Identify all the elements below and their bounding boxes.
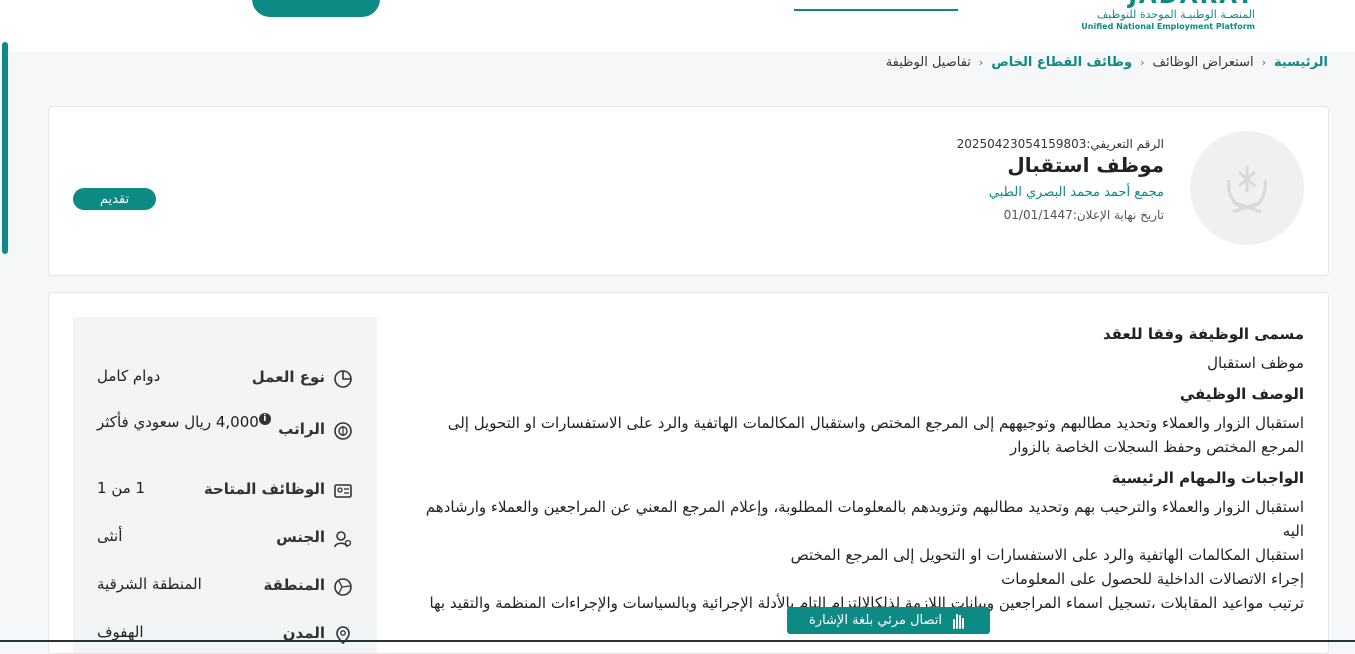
sign-language-label: اتصال مرئي بلغة الإشارة	[808, 613, 943, 628]
apply-button[interactable]: تقديم	[73, 188, 156, 210]
duty-item: استقبال الزوار والعملاء والترحيب بهم وتح…	[425, 498, 1304, 540]
attribute-label: الوظائف المتاحة	[203, 480, 325, 498]
ad-deadline: تاريخ نهاية الإعلان:01/01/1447	[1003, 208, 1164, 222]
sign-language-call-button[interactable]: اتصال مرئي بلغة الإشارة	[787, 607, 990, 634]
attribute-label: الجنس	[276, 528, 325, 546]
attribute-value: i4,000 ريال سعودي فأكثر	[97, 413, 275, 431]
page-bottom-border	[0, 640, 1355, 642]
attribute-work-type: نوع العمل دوام كامل	[73, 363, 377, 393]
pie-chart-icon	[334, 370, 352, 388]
attribute-gender: الجنس أنثى	[73, 523, 377, 553]
breadcrumb-current: تفاصيل الوظيفة	[885, 55, 971, 70]
breadcrumb-private-sector[interactable]: وظائف القطاع الخاص	[991, 55, 1132, 70]
attribute-value: أنثى	[97, 527, 123, 545]
job-summary: الرقم التعريفي:20250423054159803 موظف اس…	[957, 137, 1164, 222]
location-pin-icon	[336, 626, 350, 645]
job-attributes-panel: نوع العمل دوام كامل الراتب i4,000 ريال س…	[73, 317, 377, 653]
attribute-label: نوع العمل	[251, 368, 325, 386]
breadcrumb-jobs[interactable]: استعراض الوظائف	[1153, 55, 1254, 70]
id-card-icon	[334, 484, 352, 498]
chevron-left-icon: ‹	[1261, 56, 1266, 69]
duty-item: إجراء الاتصالات الداخلية للحصول على المع…	[1001, 570, 1304, 588]
saudi-emblem-icon	[1227, 166, 1267, 214]
attribute-region: المنطقة المنطقة الشرقية	[73, 571, 377, 601]
chevron-left-icon: ‹	[978, 56, 984, 69]
salary-icon	[334, 422, 352, 440]
logo-english-name: Unified National Employment Platform	[1081, 22, 1255, 31]
breadcrumb: الرئيسية ‹ استعراض الوظائف ‹ وظائف القطاع ال…	[886, 55, 1328, 70]
section-title: الواجبات والمهام الرئيسية	[1111, 469, 1304, 487]
section-text: موظف استقبال	[1207, 354, 1304, 372]
company-name[interactable]: مجمع أحمد محمد البصري الطبي	[957, 185, 1164, 200]
info-icon[interactable]: i	[258, 413, 271, 425]
attribute-cities: المدن الهفوف	[73, 619, 377, 649]
attribute-value: دوام كامل	[97, 367, 161, 385]
duties-list: استقبال الزوار والعملاء والترحيب بهم وتح…	[414, 495, 1304, 615]
duty-item: استقبال المكالمات الهاتفية والرد على الا…	[790, 546, 1304, 564]
page-scrollbar[interactable]	[2, 42, 8, 254]
section-text: استقبال الزوار والعملاء وتحديد مطالبهم و…	[447, 414, 1304, 456]
attribute-value: الهفوف	[97, 623, 144, 641]
logo-arabic-name: المنصـة الوطنيـة الموحدة للتوظيف	[1096, 8, 1255, 21]
attribute-value: 1 من 1	[97, 479, 146, 497]
attribute-label: الراتب	[278, 420, 325, 438]
job-title: موظف استقبال	[1007, 153, 1164, 177]
job-id: الرقم التعريفي:20250423054159803	[956, 137, 1164, 151]
logo-wordmark: JADARAT	[1081, 0, 1255, 8]
breadcrumb-home[interactable]: الرئيسية	[1274, 55, 1328, 70]
sign-language-hand-icon	[953, 613, 965, 629]
attribute-label: المنطقة	[263, 576, 325, 594]
active-nav-underline	[794, 9, 958, 11]
nav-primary-button[interactable]	[252, 0, 380, 17]
attribute-value: المنطقة الشرقية	[97, 575, 202, 593]
top-navigation-bar: · JADARAT المنصـة الوطنيـة الموحدة للتوظ…	[0, 0, 1355, 52]
job-header-card: الرقم التعريفي:20250423054159803 موظف اس…	[48, 106, 1329, 276]
section-title: الوصف الوظيفي	[1179, 385, 1304, 403]
jadarat-logo[interactable]: JADARAT المنصـة الوطنيـة الموحدة للتوظيف…	[1081, 0, 1255, 32]
gender-icon	[334, 531, 352, 548]
attribute-salary: الراتب i4,000 ريال سعودي فأكثر	[73, 413, 377, 465]
job-details-card: مسمى الوظيفة وفقا للعقد موظف استقبال الو…	[48, 292, 1329, 654]
company-logo-placeholder	[1190, 131, 1304, 245]
nav-link-cropped[interactable]: ·	[146, 0, 150, 4]
region-map-icon	[334, 578, 352, 596]
attribute-vacancies: الوظائف المتاحة 1 من 1	[73, 475, 377, 505]
chevron-left-icon: ‹	[1140, 56, 1145, 69]
job-description: مسمى الوظيفة وفقا للعقد موظف استقبال الو…	[414, 325, 1304, 625]
section-title: مسمى الوظيفة وفقا للعقد	[1102, 325, 1304, 343]
